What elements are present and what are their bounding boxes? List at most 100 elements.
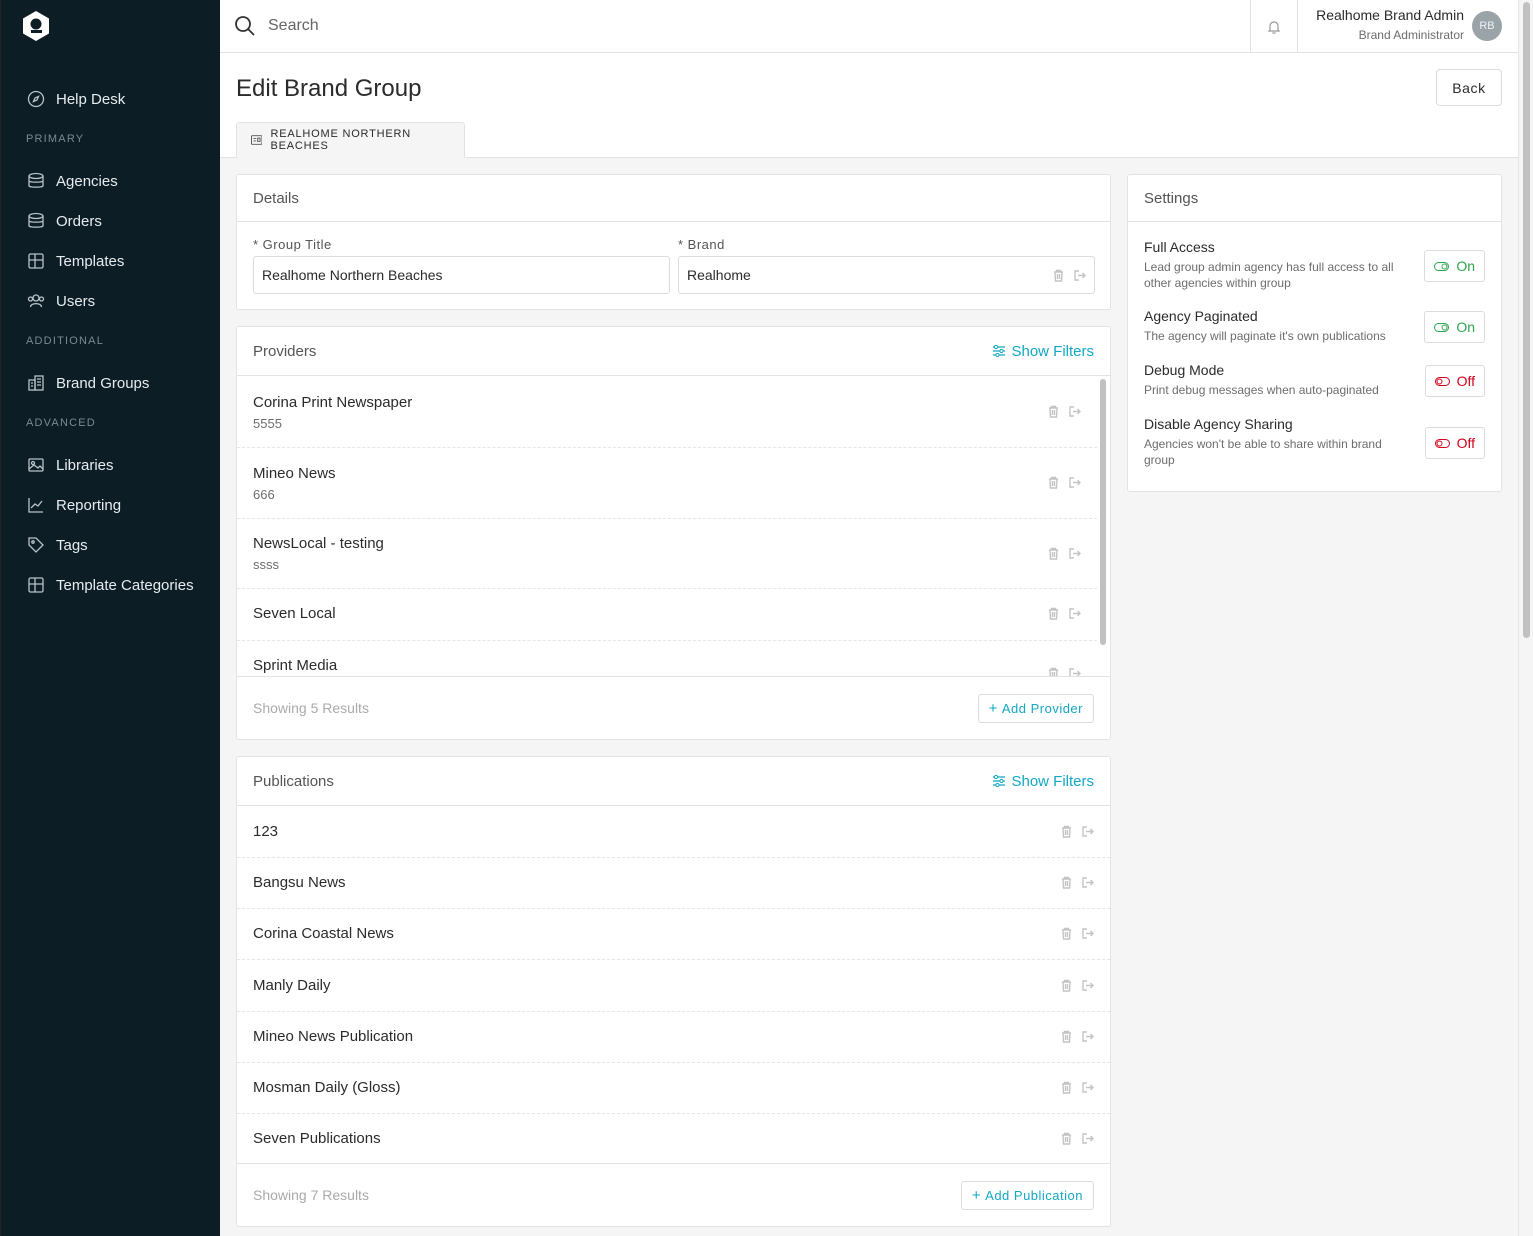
publication-name: Mineo News Publication [253, 1028, 414, 1045]
settings-card: Settings Full Access Lead group admin ag… [1127, 174, 1502, 492]
list-item[interactable]: Corina Print Newspaper 5555 [237, 377, 1097, 448]
sign-out-icon[interactable] [1068, 607, 1081, 620]
tab-realhome-northern-beaches[interactable]: REALHOME NORTHERN BEACHES [236, 122, 465, 158]
sidebar-item-users[interactable]: Users [26, 289, 95, 313]
provider-name: Seven Local [253, 605, 336, 622]
publications-results-count: Showing 7 Results [253, 1187, 369, 1203]
list-item[interactable]: Sprint Media [237, 641, 1097, 677]
notifications-button[interactable] [1250, 0, 1298, 53]
toggle-off-icon [1434, 376, 1450, 386]
sidebar-item-tags[interactable]: Tags [26, 533, 88, 557]
publication-name: Corina Coastal News [253, 925, 394, 942]
publication-name: 123 [253, 823, 279, 840]
group-title-input[interactable]: Realhome Northern Beaches [253, 256, 670, 294]
show-filters-label: Show Filters [1011, 772, 1094, 790]
tab-label: REALHOME NORTHERN BEACHES [270, 128, 411, 152]
trash-icon[interactable] [1060, 1132, 1073, 1145]
sidebar-item-label: Agencies [56, 172, 118, 190]
sign-out-icon[interactable] [1073, 269, 1086, 282]
setting-description: The agency will paginate it's own public… [1144, 329, 1386, 343]
add-publication-label: Add Publication [985, 1187, 1083, 1203]
list-item[interactable]: 123 [237, 807, 1110, 858]
full-access-toggle[interactable]: On [1424, 250, 1485, 282]
sidebar-item-libraries[interactable]: Libraries [26, 453, 114, 477]
providers-heading: Providers [253, 342, 317, 360]
page-scrollbar[interactable] [1518, 0, 1533, 1236]
sidebar-item-brand-groups[interactable]: Brand Groups [26, 371, 149, 395]
brand-input[interactable]: Realhome [678, 256, 1095, 294]
publications-footer: Showing 7 Results + Add Publication [237, 1163, 1110, 1226]
provider-name: Corina Print Newspaper [253, 394, 413, 411]
sign-out-icon[interactable] [1081, 876, 1094, 889]
app-logo-icon[interactable] [21, 10, 51, 42]
sidebar-item-orders[interactable]: Orders [26, 209, 102, 233]
sign-out-icon[interactable] [1081, 1132, 1094, 1145]
add-provider-button[interactable]: + Add Provider [977, 693, 1094, 723]
provider-name: Sprint Media [253, 657, 338, 674]
list-item[interactable]: Mineo News Publication [237, 1012, 1110, 1063]
sidebar-item-label: Help Desk [56, 90, 126, 108]
provider-name: NewsLocal - testing [253, 535, 384, 552]
users-icon [26, 291, 46, 311]
trash-icon[interactable] [1060, 927, 1073, 940]
list-item[interactable]: NewsLocal - testing ssss [237, 519, 1097, 589]
toggle-state: On [1456, 258, 1475, 274]
add-publication-button[interactable]: + Add Publication [960, 1180, 1094, 1210]
brand-value: Realhome [687, 267, 751, 283]
list-item[interactable]: Bangsu News [237, 858, 1110, 909]
trash-icon[interactable] [1060, 876, 1073, 889]
sign-out-icon[interactable] [1081, 979, 1094, 992]
trash-icon[interactable] [1060, 1030, 1073, 1043]
sign-out-icon[interactable] [1081, 927, 1094, 940]
details-heading: Details [237, 175, 1110, 222]
sign-out-icon[interactable] [1081, 825, 1094, 838]
sidebar-item-templates[interactable]: Templates [26, 249, 124, 273]
list-item[interactable]: Manly Daily [237, 960, 1110, 1012]
list-item[interactable]: Corina Coastal News [237, 909, 1110, 960]
sign-out-icon[interactable] [1068, 547, 1081, 560]
id-card-icon [251, 135, 263, 145]
trash-icon[interactable] [1047, 547, 1060, 560]
user-name[interactable]: Realhome Brand Admin [1316, 7, 1464, 23]
providers-scrollbar[interactable] [1100, 379, 1106, 645]
sign-out-icon[interactable] [1068, 405, 1081, 418]
toggle-state: On [1456, 319, 1475, 335]
search-input[interactable] [268, 12, 1168, 40]
list-item[interactable]: Mineo News 666 [237, 448, 1097, 519]
trash-icon[interactable] [1047, 476, 1060, 489]
agency-paginated-toggle[interactable]: On [1424, 311, 1485, 343]
sidebar-item-help-desk[interactable]: Help Desk [26, 87, 125, 111]
trash-icon[interactable] [1047, 405, 1060, 418]
list-item[interactable]: Seven Publications [237, 1114, 1110, 1164]
sidebar-section-primary: PRIMARY [26, 133, 85, 145]
trash-icon[interactable] [1060, 979, 1073, 992]
user-role: Brand Administrator [1358, 28, 1464, 42]
trash-icon[interactable] [1047, 607, 1060, 620]
debug-mode-toggle[interactable]: Off [1424, 365, 1485, 397]
back-button[interactable]: Back [1436, 69, 1502, 106]
disable-agency-sharing-toggle[interactable]: Off [1424, 427, 1485, 459]
publication-name: Manly Daily [253, 977, 331, 994]
providers-show-filters-button[interactable]: Show Filters [992, 343, 1094, 360]
list-item[interactable]: Mosman Daily (Gloss) [237, 1063, 1110, 1114]
trash-icon[interactable] [1060, 1081, 1073, 1094]
avatar[interactable]: RB [1472, 11, 1502, 41]
sign-out-icon[interactable] [1081, 1030, 1094, 1043]
publications-header: Publications Show Filters [237, 757, 1110, 806]
sidebar-item-reporting[interactable]: Reporting [26, 493, 121, 517]
group-title-label: * Group Title [253, 237, 332, 252]
sidebar-item-agencies[interactable]: Agencies [26, 169, 118, 193]
sign-out-icon[interactable] [1081, 1081, 1094, 1094]
page-scrollbar-thumb[interactable] [1523, 2, 1530, 638]
setting-description: Print debug messages when auto-paginated [1144, 383, 1379, 397]
providers-list[interactable]: Corina Print Newspaper 5555 Mineo News 6… [237, 377, 1097, 677]
sidebar-item-label: Template Categories [56, 576, 194, 594]
trash-icon[interactable] [1052, 269, 1065, 282]
trash-icon[interactable] [1060, 825, 1073, 838]
settings-heading: Settings [1144, 189, 1199, 207]
sign-out-icon[interactable] [1068, 476, 1081, 489]
publications-show-filters-button[interactable]: Show Filters [992, 773, 1094, 790]
sidebar: Help Desk PRIMARY Agencies Orders Templa… [0, 0, 220, 1236]
sidebar-item-template-categories[interactable]: Template Categories [26, 573, 194, 597]
list-item[interactable]: Seven Local [237, 589, 1097, 641]
